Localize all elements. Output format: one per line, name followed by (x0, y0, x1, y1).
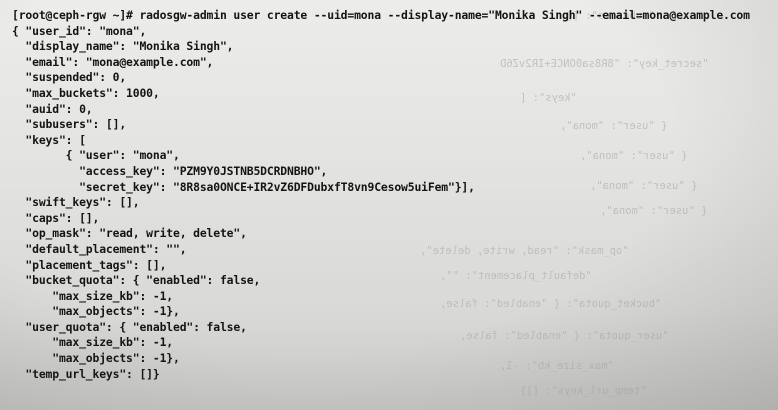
output-line-placement-tags: "placement_tags": [], (12, 257, 167, 272)
output-line-bucket-max-size-kb: "max_size_kb": -1, (12, 288, 173, 303)
output-line-swift-keys: "swift_keys": [], (12, 195, 140, 210)
output-line-user-max-objects: "max_objects": -1}, (12, 351, 180, 366)
output-line-auid: "auid": 0, (12, 101, 93, 116)
output-line-secret-key: "secret_key": "8R8sa0ONCE+IR2vZ6DFDubxfT… (12, 179, 475, 194)
output-line-max-buckets: "max_buckets": 1000, (12, 85, 160, 100)
output-line-bucket-max-objects: "max_objects": -1}, (12, 304, 180, 319)
output-line-email: "email": "mona@example.com", (12, 54, 214, 69)
output-line-default-placement: "default_placement": "", (12, 241, 187, 256)
output-line-op-mask: "op_mask": "read, write, delete", (12, 226, 247, 241)
output-line-user-quota: "user_quota": { "enabled": false, (12, 319, 247, 334)
output-line-temp-url-keys: "temp_url_keys": []} (12, 366, 160, 381)
output-line-suspended: "suspended": 0, (12, 70, 127, 85)
terminal-output: [root@ceph-rgw ~]# radosgw-admin user cr… (12, 8, 776, 382)
command-line: [root@ceph-rgw ~]# radosgw-admin user cr… (12, 8, 750, 22)
output-line-key-user: { "user": "mona", (12, 148, 180, 163)
scanned-page: "subusers": [], "secret_key": "8R8sa0ONC… (0, 0, 778, 410)
output-line-bucket-quota: "bucket_quota": { "enabled": false, (12, 273, 261, 288)
output-line-caps: "caps": [], (12, 210, 100, 225)
output-line-access-key: "access_key": "PZM9Y0JSTNB5DCRDNBHO", (12, 163, 328, 178)
output-line-user-max-size-kb: "max_size_kb": -1, (12, 335, 173, 350)
output-line-user-id: { "user_id": "mona", (12, 23, 147, 38)
output-line-subusers: "subusers": [], (12, 117, 127, 132)
output-line-display-name: "display_name": "Monika Singh", (12, 39, 234, 54)
output-line-keys: "keys": [ (12, 132, 86, 147)
